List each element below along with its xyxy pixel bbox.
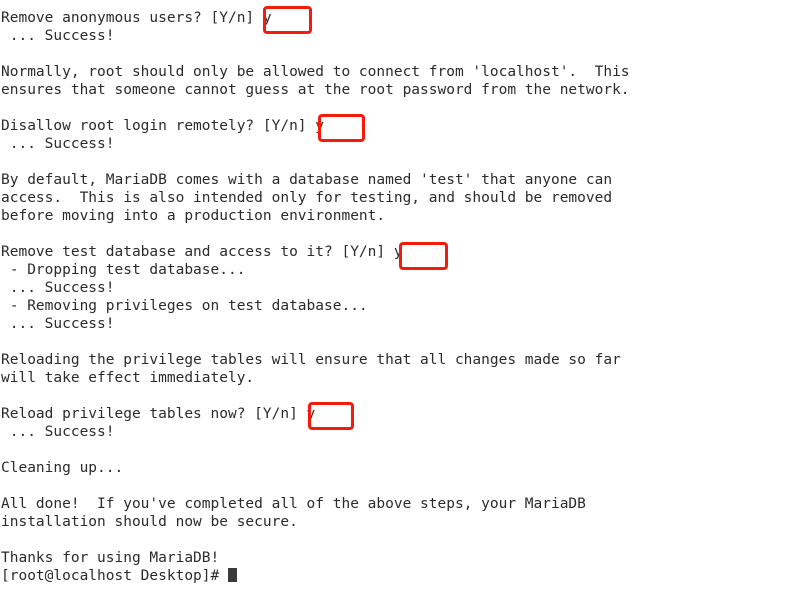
terminal-line: By default, MariaDB comes with a databas…	[1, 172, 613, 188]
terminal-line: installation should now be secure.	[1, 514, 298, 530]
terminal-line: ... Success!	[1, 28, 115, 44]
terminal-line: Cleaning up...	[1, 460, 124, 476]
terminal-line: Reload privilege tables now? [Y/n] y	[1, 406, 316, 422]
terminal-line: access. This is also intended only for t…	[1, 190, 613, 206]
terminal-line: - Dropping test database...	[1, 262, 246, 278]
terminal-line: before moving into a production environm…	[1, 208, 386, 224]
terminal-line: ... Success!	[1, 136, 115, 152]
terminal-line: ensures that someone cannot guess at the…	[1, 82, 630, 98]
terminal-line: Disallow root login remotely? [Y/n] y	[1, 118, 325, 134]
terminal-line: Thanks for using MariaDB!	[1, 550, 220, 566]
terminal-line: ... Success!	[1, 280, 115, 296]
terminal-prompt-line: [root@localhost Desktop]#	[1, 567, 799, 585]
terminal-window[interactable]: Remove anonymous users? [Y/n] y ... Succ…	[0, 0, 799, 596]
terminal-cursor	[227, 568, 237, 582]
terminal-line: Reloading the privilege tables will ensu…	[1, 352, 621, 368]
terminal-output: Remove anonymous users? [Y/n] y ... Succ…	[0, 0, 799, 585]
terminal-line: - Removing privileges on test database..…	[1, 298, 368, 314]
terminal-line: Remove test database and access to it? […	[1, 244, 403, 260]
terminal-line: ... Success!	[1, 316, 115, 332]
terminal-line: will take effect immediately.	[1, 370, 255, 386]
terminal-line: Normally, root should only be allowed to…	[1, 64, 630, 80]
terminal-line: Remove anonymous users? [Y/n] y	[1, 10, 272, 26]
terminal-line: All done! If you've completed all of the…	[1, 496, 586, 512]
terminal-line: ... Success!	[1, 424, 115, 440]
